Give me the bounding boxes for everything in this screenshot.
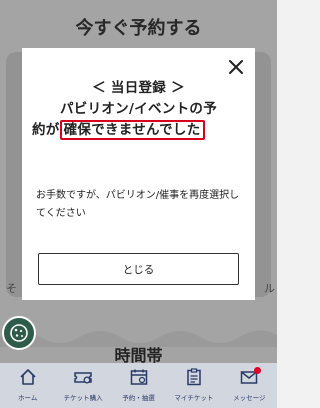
calendar-icon	[130, 369, 147, 385]
dialog-heading-line-3: 約が 確保できませんでした	[32, 120, 245, 141]
dialog-heading-line-2: パビリオン/イベントの予	[59, 101, 218, 117]
tab-ticket-purchase-label: チケット購入	[63, 394, 103, 402]
unread-badge	[254, 367, 262, 374]
tab-messages-label: メッセージ	[233, 394, 266, 402]
dialog-message: お手数ですが、パビリオン/催事を再度選択してください	[36, 190, 240, 219]
bottom-tab-bar: ホーム チケット購入 予約・抽選 マイチケット メッセージ	[0, 363, 277, 408]
close-icon	[229, 60, 243, 74]
dialog-heading-line-1: ＜ 当日登録 ＞	[92, 80, 185, 96]
home-icon	[20, 369, 36, 385]
dialog-heading: ＜ 当日登録 ＞ パビリオン/イベントの予 約が 確保できませんでした	[32, 78, 245, 141]
tab-reservation-lottery[interactable]: 予約・抽選	[111, 363, 166, 408]
tab-reservation-lottery-label: 予約・抽選	[122, 394, 155, 402]
error-dialog: ＜ 当日登録 ＞ パビリオン/イベントの予 約が 確保できませんでした お手数です…	[22, 48, 255, 300]
cookie-icon	[10, 324, 28, 342]
dialog-heading-highlight: 確保できませんでした	[59, 120, 205, 140]
tab-home-label: ホーム	[18, 394, 38, 402]
dialog-heading-prefix: 約が	[32, 122, 60, 138]
tab-ticket-purchase[interactable]: チケット購入	[55, 363, 110, 408]
dialog-close-button[interactable]	[227, 58, 245, 76]
tab-my-ticket[interactable]: マイチケット	[166, 363, 221, 408]
tab-messages[interactable]: メッセージ	[222, 363, 277, 408]
clipboard-icon	[187, 368, 201, 386]
close-dialog-button[interactable]: とじる	[38, 253, 239, 285]
ticket-icon	[74, 372, 92, 384]
tab-my-ticket-label: マイチケット	[174, 394, 214, 402]
tab-home[interactable]: ホーム	[0, 363, 55, 408]
cookie-settings-button[interactable]	[2, 316, 36, 350]
